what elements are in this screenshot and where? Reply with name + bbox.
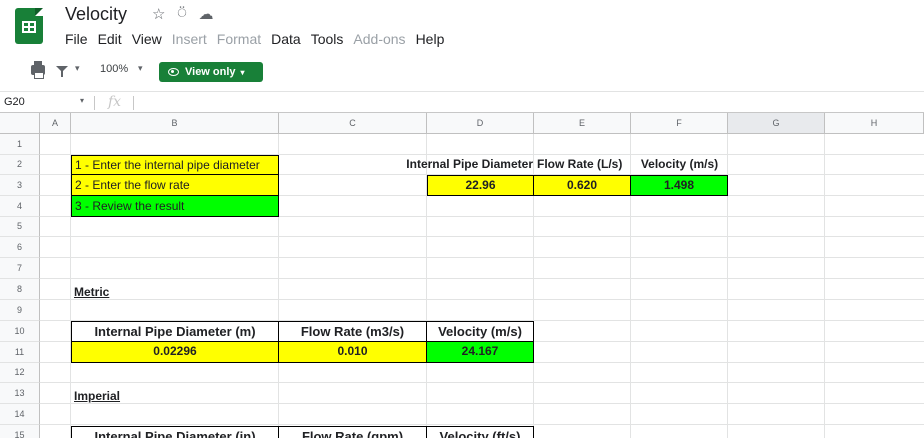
view-only-button[interactable]: View only ▾ [159, 62, 263, 82]
fx-icon: fx [108, 94, 122, 110]
zoom-select[interactable]: 100% [100, 63, 128, 75]
metric-label[interactable]: Metric [74, 285, 109, 299]
metric-header-flow[interactable]: Flow Rate (m3/s) [279, 321, 427, 342]
column-header-d[interactable]: D [427, 113, 534, 134]
filter-dropdown-icon[interactable]: ▾ [75, 63, 80, 74]
column-header-a[interactable]: A [40, 113, 71, 134]
row-header-7[interactable]: 7 [0, 258, 40, 279]
chevron-down-icon: ▾ [240, 67, 245, 77]
gridline [40, 257, 924, 258]
summary-flow-value[interactable]: 0.620 [534, 175, 631, 196]
column-header-f[interactable]: F [631, 113, 728, 134]
step-3-cell[interactable]: 3 - Review the result [71, 196, 279, 217]
menu-help[interactable]: Help [411, 30, 450, 48]
share-icon[interactable]: ⍥ [177, 5, 186, 23]
column-header-b[interactable]: B [71, 113, 279, 134]
menu-edit[interactable]: Edit [93, 30, 127, 48]
row-header-2[interactable]: 2 [0, 155, 40, 175]
divider [133, 96, 134, 110]
metric-header-diameter[interactable]: Internal Pipe Diameter (m) [71, 321, 279, 342]
sheet-grid[interactable]: 15 14 13 12 11 10 9 8 7 6 5 4 3 2 1 A B C D E F G H 1 … [0, 113, 924, 438]
row-header-5[interactable]: 5 [0, 217, 40, 237]
menu-addons: Add-ons [353, 31, 406, 47]
column-header-g[interactable]: G [728, 113, 825, 134]
gridline [40, 382, 924, 383]
star-icon[interactable]: ☆ [152, 5, 165, 23]
print-icon[interactable] [31, 61, 45, 79]
eye-icon [168, 68, 179, 76]
summary-header-velocity[interactable]: Velocity (m/s) [631, 157, 728, 171]
toolbar: ▾ 100% ▾ View only ▾ [0, 57, 924, 88]
row-header-1[interactable]: 1 [0, 134, 40, 155]
row-header-4[interactable]: 4 [0, 196, 40, 217]
menu-tools[interactable]: Tools [306, 30, 349, 48]
formula-bar: G20 ▾ fx [0, 91, 924, 113]
menu-file[interactable]: File [60, 30, 93, 48]
column-header-h[interactable]: H [825, 113, 924, 134]
filter-icon[interactable] [56, 66, 68, 77]
row-header-8[interactable]: 8 [0, 279, 40, 300]
summary-header-diameter[interactable]: Internal Pipe Diameter [388, 157, 534, 171]
row-header-15[interactable]: 15 [0, 425, 40, 438]
sheets-logo-icon[interactable] [15, 8, 43, 44]
menu-data[interactable]: Data [266, 30, 306, 48]
metric-header-velocity[interactable]: Velocity (m/s) [427, 321, 534, 342]
gridline [40, 403, 924, 404]
menu-insert: Insert [171, 31, 207, 47]
step-2-cell[interactable]: 2 - Enter the flow rate [71, 175, 279, 196]
summary-diameter-value[interactable]: 22.96 [427, 175, 534, 196]
cloud-icon[interactable]: ☁ [198, 5, 213, 23]
gridline [824, 134, 825, 438]
row-header-6[interactable]: 6 [0, 237, 40, 258]
imperial-header-diameter[interactable]: Internal Pipe Diameter (in) [71, 426, 279, 438]
row-header-9[interactable]: 9 [0, 300, 40, 321]
column-header-c[interactable]: C [279, 113, 427, 134]
gridline [40, 424, 924, 425]
select-all-corner[interactable] [0, 113, 40, 134]
row-header-3[interactable]: 3 [0, 175, 40, 196]
menu-format: Format [216, 31, 262, 47]
name-box-dropdown-icon[interactable]: ▾ [80, 96, 84, 105]
menubar: File Edit View Insert Format Data Tools … [60, 30, 449, 48]
title-icons: ☆ ⍥ ☁ [152, 5, 213, 23]
spreadsheet-app: Velocity ☆ ⍥ ☁ File Edit View Insert For… [0, 0, 924, 438]
document-title[interactable]: Velocity [65, 4, 127, 25]
menu-view[interactable]: View [127, 30, 167, 48]
summary-header-flow[interactable]: Flow Rate (L/s) [535, 157, 631, 171]
zoom-dropdown-icon[interactable]: ▾ [138, 63, 143, 74]
gridline [40, 278, 924, 279]
row-header-10[interactable]: 10 [0, 321, 40, 342]
gridline [40, 299, 924, 300]
imperial-label[interactable]: Imperial [74, 389, 120, 403]
metric-velocity-value[interactable]: 24.167 [427, 342, 534, 363]
view-only-label: View only [185, 66, 236, 78]
column-header-e[interactable]: E [534, 113, 631, 134]
step-1-cell[interactable]: 1 - Enter the internal pipe diameter [71, 155, 279, 175]
row-header-12[interactable]: 12 [0, 363, 40, 383]
row-header-14[interactable]: 14 [0, 404, 40, 425]
gridline [40, 236, 924, 237]
row-header-11[interactable]: 11 [0, 342, 40, 363]
row-header-13[interactable]: 13 [0, 383, 40, 404]
metric-flow-value[interactable]: 0.010 [279, 342, 427, 363]
name-box[interactable]: G20 [4, 96, 25, 108]
imperial-header-velocity[interactable]: Velocity (ft/s) [427, 426, 534, 438]
metric-diameter-value[interactable]: 0.02296 [71, 342, 279, 363]
divider [94, 96, 95, 110]
summary-velocity-value[interactable]: 1.498 [631, 175, 728, 196]
imperial-header-flow[interactable]: Flow Rate (gpm) [279, 426, 427, 438]
